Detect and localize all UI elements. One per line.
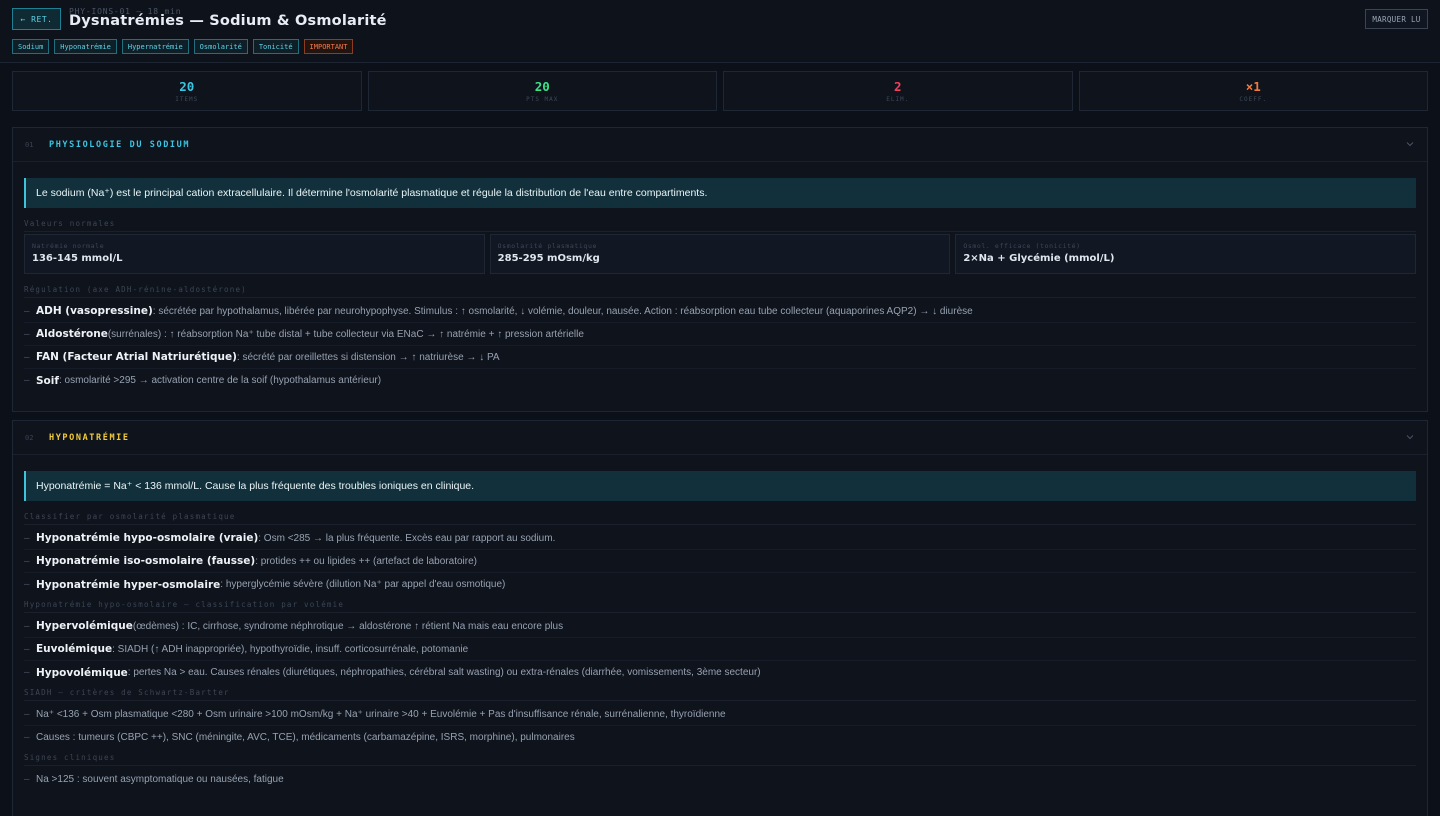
regulation-list: – ADH (vasopressine) : sécrétée par hypot… [24, 300, 1416, 392]
normal-values-cards: Natrémie normale 136-145 mmol/L Osmolari… [24, 234, 1417, 274]
card-label: Osmol. efficace (tonicité) [963, 242, 1081, 250]
section-number: 02 [25, 433, 34, 442]
value-card: Osmolarité plasmatique 285-295 mOsm/kg [489, 234, 951, 274]
section-header[interactable]: 02 HYPONATRÉMIE [13, 421, 1427, 455]
info-callout: Hyponatrémie = Na⁺ < 136 mmol/L. Cause l… [24, 471, 1416, 501]
list-item: – Hypervolémique (œdèmes) : IC, cirrhose,… [24, 615, 1416, 638]
stat-label: ITEMS [175, 95, 199, 103]
item-text: (surrénales) : ↑ réabsorption Na⁺ tube d… [107, 328, 584, 340]
chevron-down-icon[interactable] [1405, 139, 1415, 149]
item-term: Soif [36, 374, 59, 387]
section-header[interactable]: 01 PHYSIOLOGIE DU SODIUM [13, 128, 1427, 162]
stat-pts-max: 20 PTS MAX [367, 71, 717, 111]
list-item: – Hyponatrémie hypo-osmolaire (vraie) : O… [24, 527, 1416, 550]
item-term: ADH (vasopressine) [36, 305, 153, 317]
list-item: – ADH (vasopressine) : sécrétée par hypot… [24, 300, 1416, 323]
stat-value: 20 [179, 78, 195, 94]
card-value: 285-295 mOsm/kg [497, 253, 600, 264]
page-header: ← RET. PHY-IONS-01 — 18 min Dysnatrémies… [0, 0, 1440, 63]
item-text: : sécrétée par hypothalamus, libérée par… [152, 305, 973, 317]
list-item: – Euvolémique : SIADH (↑ ADH inappropriée… [24, 638, 1416, 661]
list-item: – Hyponatrémie iso-osmolaire (fausse) : p… [24, 550, 1416, 573]
siadh-list: – Na⁺ <136 + Osm plasmatique <280 + Osm u… [24, 703, 1416, 749]
stat-label: PTS MAX [526, 95, 559, 103]
stat-value: 20 [534, 78, 550, 94]
subsection-label: Régulation (axe ADH-rénine-aldostérone) [24, 285, 1416, 298]
card-value: 2×Na + Glycémie (mmol/L) [963, 253, 1115, 264]
info-callout: Le sodium (Na⁺) est le principal cation … [24, 178, 1416, 208]
value-card: Natrémie normale 136-145 mmol/L [24, 234, 485, 274]
stat-items: 20 ITEMS [12, 71, 362, 111]
item-term: Hyponatrémie hypo-osmolaire (vraie) [36, 532, 259, 544]
stat-value: 2 [893, 78, 902, 94]
card-label: Natrémie normale [32, 242, 105, 250]
section-title: HYPONATRÉMIE [49, 432, 130, 443]
stat-coeff: ×1 COEFF. [1078, 71, 1428, 111]
subsection-label: SIADH — critères de Schwartz-Bartter [24, 688, 1416, 701]
section-physiologie: 01 PHYSIOLOGIE DU SODIUM Le sodium (Na⁺)… [12, 127, 1428, 412]
item-term: Hypovolémique [36, 666, 128, 679]
list-item: – Hyponatrémie hyper-osmolaire : hypergly… [24, 578, 506, 591]
tag-hypernatremie[interactable]: Hypernatrémie [121, 39, 189, 54]
mark-read-button[interactable]: MARQUER LU [1365, 9, 1428, 29]
stat-label: COEFF. [1239, 95, 1268, 103]
list-item: – Hypovolémique : pertes Na > eau. Causes… [24, 666, 761, 679]
volemia-list: – Hypervolémique (œdèmes) : IC, cirrhose,… [24, 615, 1416, 684]
section-title: PHYSIOLOGIE DU SODIUM [49, 139, 191, 150]
item-term: Hypervolémique [36, 620, 133, 632]
tag-tonicite[interactable]: Tonicité [252, 39, 299, 54]
list-item: – Aldostérone (surrénales) : ↑ réabsorpti… [24, 323, 1416, 346]
back-button[interactable]: ← RET. [12, 8, 61, 30]
item-text: : SIADH (↑ ADH inappropriée), hypothyroï… [112, 643, 469, 655]
subsection-label: Signes cliniques [24, 753, 1416, 766]
tag-hyponatremie[interactable]: Hyponatrémie [54, 39, 117, 54]
signs-list: – Na >125 : souvent asymptomatique ou nau… [24, 768, 1416, 791]
item-term: Hyponatrémie hyper-osmolaire [36, 578, 221, 591]
tag-osmolarite[interactable]: Osmolarité [193, 39, 248, 54]
item-text: : protides ++ ou lipides ++ (artefact de… [255, 555, 477, 567]
tag-sodium[interactable]: Sodium [12, 39, 50, 54]
page-title: Dysnatrémies — Sodium & Osmolarité [69, 13, 387, 29]
list-item: – Na >125 : souvent asymptomatique ou nau… [24, 774, 284, 785]
item-text: : hyperglycémie sévère (dilution Na⁺ par… [220, 579, 506, 590]
stat-elim: 2 ELIM. [723, 71, 1073, 111]
tag-list: Sodium Hyponatrémie Hypernatrémie Osmola… [12, 39, 354, 54]
item-text: : osmolarité >295 → activation centre de… [58, 375, 382, 386]
item-text: Causes : tumeurs (CBPC ++), SNC (méningi… [36, 732, 575, 743]
stat-label: ELIM. [886, 95, 910, 103]
item-term: FAN (Facteur Atrial Natriurétique) [36, 351, 237, 363]
item-text: : Osm <285 → la plus fréquente. Excès ea… [258, 532, 556, 544]
stat-value: ×1 [1245, 78, 1261, 94]
item-term: Euvolémique [36, 643, 113, 655]
subsection-label: Valeurs normales [24, 219, 1416, 232]
stats-bar: 20 ITEMS 20 PTS MAX 2 ELIM. ×1 COEFF. [12, 71, 1428, 111]
card-label: Osmolarité plasmatique [497, 242, 597, 250]
value-card: Osmol. efficace (tonicité) 2×Na + Glycém… [955, 234, 1417, 274]
section-hyponatremie: 02 HYPONATRÉMIE Hyponatrémie = Na⁺ < 136… [12, 420, 1428, 816]
list-item: – Na⁺ <136 + Osm plasmatique <280 + Osm u… [24, 703, 1416, 726]
list-item: – FAN (Facteur Atrial Natriurétique) : sé… [24, 346, 1416, 369]
item-text: : pertes Na > eau. Causes rénales (diuré… [127, 667, 761, 678]
item-text: (œdèmes) : IC, cirrhose, syndrome néphro… [132, 620, 564, 632]
list-item: – Causes : tumeurs (CBPC ++), SNC (méning… [24, 732, 575, 743]
card-value: 136-145 mmol/L [32, 253, 123, 264]
subsection-label: Hyponatrémie hypo-osmolaire — classifica… [24, 600, 1416, 613]
tag-important[interactable]: IMPORTANT [303, 39, 354, 54]
item-text: Na >125 : souvent asymptomatique ou naus… [36, 774, 284, 785]
list-item: – Soif : osmolarité >295 → activation cen… [24, 374, 382, 387]
item-term: Hyponatrémie iso-osmolaire (fausse) [36, 555, 256, 567]
subsection-label: Classifier par osmolarité plasmatique [24, 512, 1416, 525]
chevron-down-icon[interactable] [1405, 432, 1415, 442]
item-text: : sécrété par oreillettes si distension … [236, 351, 500, 363]
item-term: Aldostérone [36, 328, 108, 340]
classify-list: – Hyponatrémie hypo-osmolaire (vraie) : O… [24, 527, 1416, 596]
item-text: Na⁺ <136 + Osm plasmatique <280 + Osm ur… [36, 708, 726, 720]
section-number: 01 [25, 140, 34, 149]
